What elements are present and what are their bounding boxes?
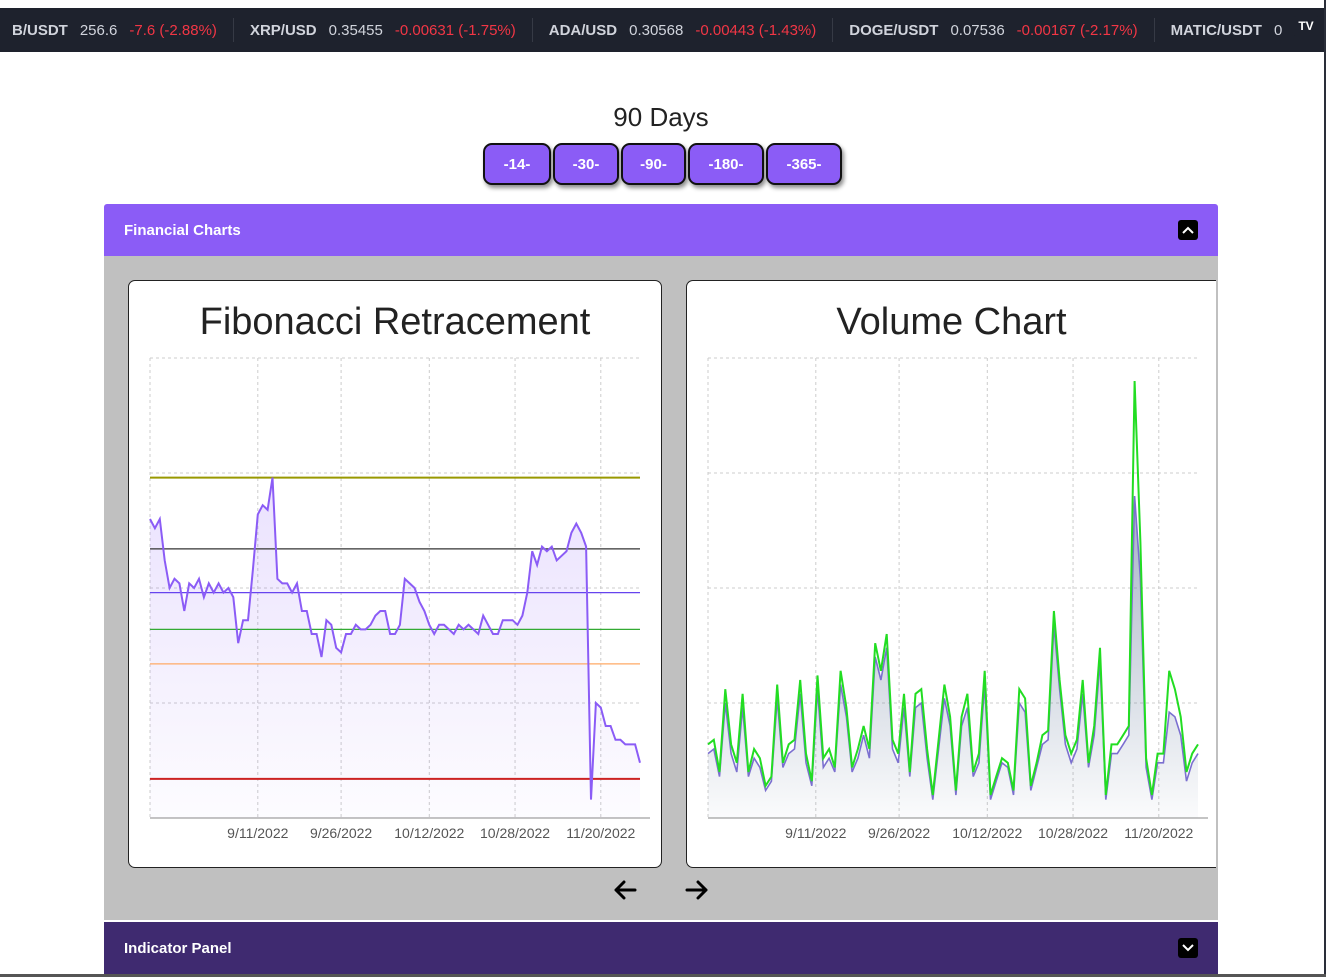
period-buttons: -14- -30- -90- -180- -365- <box>483 143 844 185</box>
ticker-price: 0.07536 <box>950 21 1005 39</box>
period-14-button[interactable]: -14- <box>483 143 551 185</box>
fibonacci-chart: 9/11/2022 9/26/2022 10/12/2022 10/28/2022 11… <box>149 357 650 841</box>
ticker-item[interactable]: B/USDT 256.6 -7.6 (-2.88%) <box>0 18 234 42</box>
ticker-price: 0 <box>1273 21 1283 39</box>
x-tick-label: 10/28/2022 <box>1038 825 1108 841</box>
financial-charts-label: Financial Charts <box>124 221 241 239</box>
indicator-panel-label: Indicator Panel <box>124 939 232 957</box>
financial-charts-header[interactable]: Financial Charts <box>104 204 1218 256</box>
ticker-price: 0.35455 <box>328 21 383 39</box>
period-30-button[interactable]: -30- <box>553 143 619 185</box>
ticker-tape: B/USDT 256.6 -7.6 (-2.88%) XRP/USD 0.35455 -0… <box>0 8 1324 52</box>
x-tick-label: 11/20/2022 <box>566 825 635 841</box>
ticker-price: 0.30568 <box>629 21 684 39</box>
fibonacci-card: Fibonacci Retracement 9/11/2022 9/26/2022… <box>128 280 662 868</box>
ticker-symbol: XRP/USD <box>249 21 317 39</box>
period-90-button[interactable]: -90- <box>621 143 686 185</box>
x-tick-label: 10/28/2022 <box>480 825 550 841</box>
chevron-down-icon[interactable] <box>1178 938 1198 958</box>
volume-chart: 9/11/2022 9/26/2022 10/12/2022 10/28/2022 11… <box>707 357 1208 841</box>
ticker-change: -7.6 (-2.88%) <box>129 21 217 39</box>
volume-card: Volume Chart 9/11/2022 9/26/2022 10/12/202… <box>686 280 1216 868</box>
financial-charts-panel: Fibonacci Retracement 9/11/2022 9/26/2022… <box>104 256 1218 920</box>
period-title: 90 Days <box>613 102 709 132</box>
indicator-panel-header[interactable]: Indicator Panel <box>104 922 1218 974</box>
x-tick-label: 9/26/2022 <box>310 825 372 841</box>
ticker-item[interactable]: DOGE/USDT 0.07536 -0.00167 (-2.17%) <box>833 18 1155 42</box>
ticker-item[interactable]: XRP/USD 0.35455 -0.00631 (-1.75%) <box>234 18 533 42</box>
x-tick-label: 9/26/2022 <box>868 825 930 841</box>
ticker-track: B/USDT 256.6 -7.6 (-2.88%) XRP/USD 0.35455 -0… <box>0 8 1310 52</box>
x-tick-label: 10/12/2022 <box>394 825 464 841</box>
ticker-change: -0.00167 (-2.17%) <box>1016 21 1138 39</box>
ticker-symbol: DOGE/USDT <box>849 21 939 39</box>
tradingview-logo[interactable]: TV <box>1292 16 1320 36</box>
arrow-left-icon[interactable] <box>609 874 641 906</box>
arrow-right-icon[interactable] <box>681 874 713 906</box>
ticker-item[interactable]: ADA/USD 0.30568 -0.00443 (-1.43%) <box>533 18 834 42</box>
period-180-button[interactable]: -180- <box>688 143 764 185</box>
ticker-price: 256.6 <box>79 21 118 39</box>
ticker-symbol: ADA/USD <box>548 21 618 39</box>
x-tick-label: 11/20/2022 <box>1124 825 1193 841</box>
x-tick-label: 9/11/2022 <box>227 825 288 841</box>
ticker-change: -0.00631 (-1.75%) <box>394 21 516 39</box>
period-365-button[interactable]: -365- <box>766 143 842 185</box>
ticker-symbol: B/USDT <box>12 21 68 39</box>
ticker-item[interactable]: MATIC/USDT 0 <box>1155 18 1311 42</box>
x-tick-label: 9/11/2022 <box>785 825 846 841</box>
chevron-up-icon[interactable] <box>1178 220 1198 240</box>
x-tick-label: 10/12/2022 <box>952 825 1022 841</box>
ticker-change: -0.00443 (-1.43%) <box>695 21 817 39</box>
price-area <box>150 477 640 818</box>
ticker-symbol: MATIC/USDT <box>1170 21 1262 39</box>
